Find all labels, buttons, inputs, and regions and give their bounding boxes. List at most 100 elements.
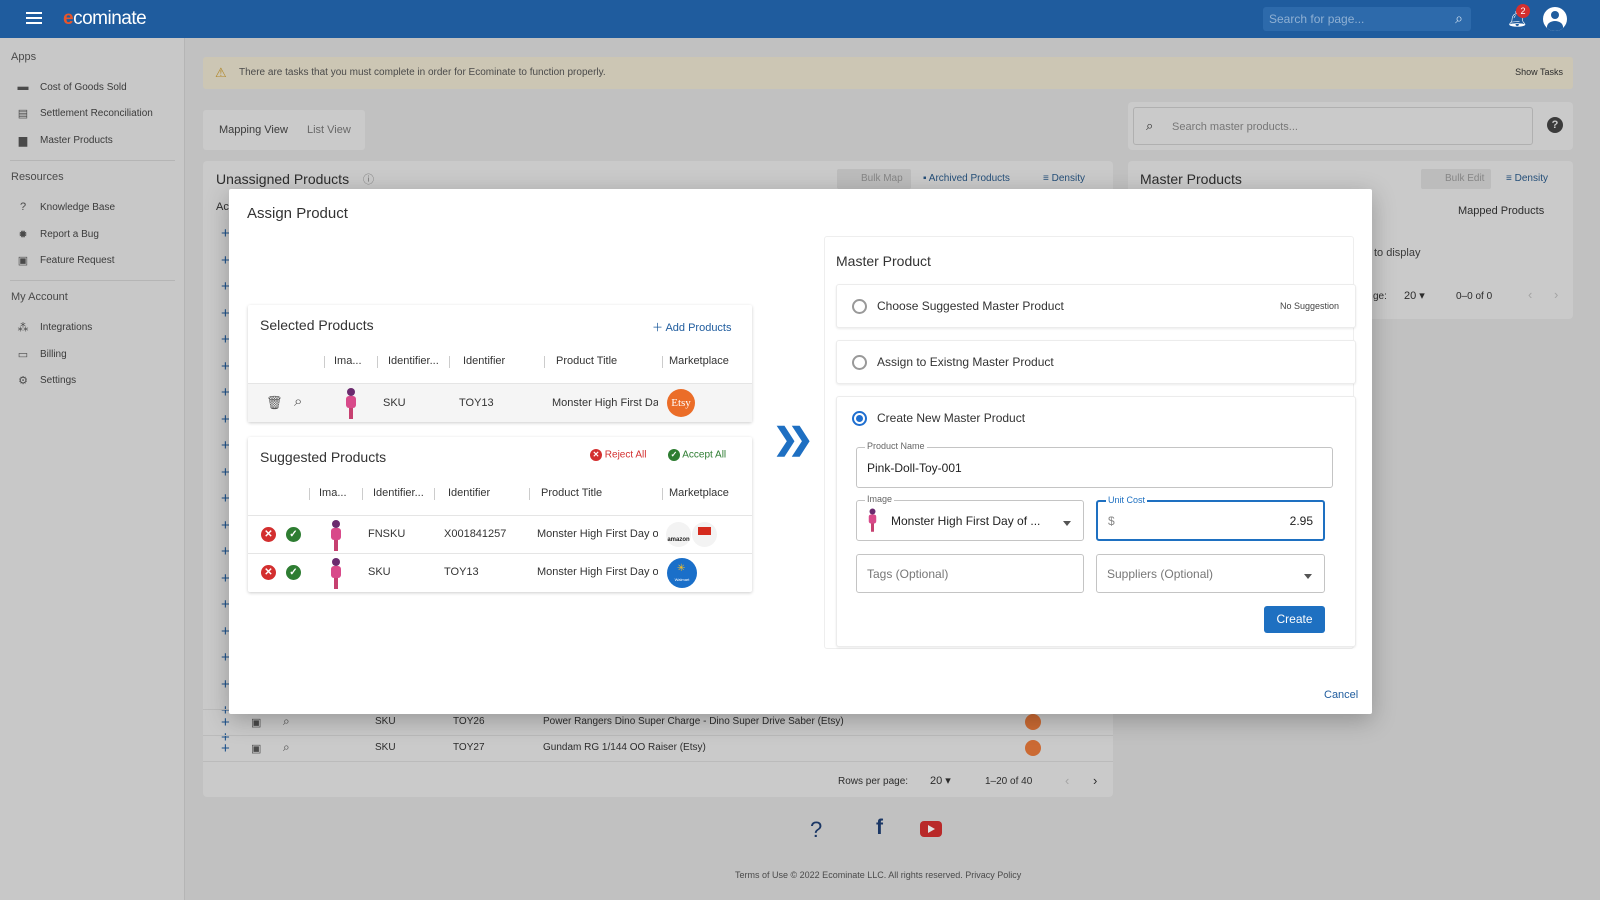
amazon-ca-logo-icon [692, 522, 717, 547]
master-product-title: Master Product [836, 253, 931, 269]
walmart-logo-icon: ✳ Walmart [667, 558, 697, 588]
table-row[interactable]: 🗑︎ ⌕ SKU TOY13 Monster High First Day of… [248, 383, 752, 422]
column-header-product-title[interactable]: Product Title [556, 355, 617, 367]
identifier-type: SKU [383, 397, 406, 409]
column-header-image[interactable]: Ima... [319, 487, 347, 499]
radio-create-new[interactable] [852, 411, 867, 426]
product-thumbnail [341, 386, 361, 420]
column-separator [362, 488, 363, 500]
page-search-input[interactable]: Search for page... ⌕ [1263, 7, 1471, 31]
accept-icon: ✓ [668, 449, 680, 461]
accept-icon[interactable]: ✓ [286, 565, 301, 580]
option-label: Assign to Existng Master Product [877, 355, 1054, 369]
user-avatar-icon[interactable] [1543, 7, 1567, 31]
product-thumbnail [865, 507, 880, 533]
notification-badge: 2 [1516, 4, 1530, 18]
column-header-image[interactable]: Ima... [334, 355, 362, 367]
marketplace-label: Walmart [674, 577, 690, 582]
assign-product-dialog: Assign Product Selected Products ＋ Add P… [229, 189, 1372, 714]
create-button[interactable]: Create [1264, 606, 1325, 633]
unit-cost-field[interactable]: Unit Cost $ 2.95 [1096, 495, 1325, 541]
product-title: Monster High First Day of School [552, 397, 658, 409]
column-header-identifier[interactable]: Identifier [463, 355, 505, 367]
chevron-down-icon [1304, 573, 1312, 579]
column-header-product-title[interactable]: Product Title [541, 487, 602, 499]
suggested-products-title: Suggested Products [260, 449, 387, 465]
delete-icon[interactable]: 🗑︎ [266, 395, 283, 411]
column-separator [377, 356, 378, 368]
identifier: TOY13 [444, 566, 479, 578]
image-select[interactable]: Image Monster High First Day of ... [856, 494, 1084, 541]
search-icon[interactable]: ⌕ [294, 393, 302, 410]
product-title: Monster High First Day of School [537, 528, 658, 540]
add-products-label: Add Products [665, 322, 732, 334]
column-separator [309, 488, 310, 500]
column-separator [544, 356, 545, 368]
accept-all-label: Accept All [682, 449, 727, 461]
column-header-marketplace[interactable]: Marketplace [669, 487, 729, 499]
image-label: Image [865, 494, 895, 504]
tags-input[interactable]: Tags (Optional) [856, 554, 1084, 593]
double-chevron-right-icon: ❯❯ [773, 423, 813, 456]
table-row[interactable]: ✕ ✓ FNSKU X001841257 Monster High First … [248, 515, 752, 553]
product-name-field[interactable]: Product Name Pink-Doll-Toy-001 [856, 441, 1333, 488]
option-create-new[interactable]: Create New Master Product Product Name P… [836, 396, 1356, 647]
suggested-products-panel: Suggested Products ✕ Reject All ✓ Accept… [248, 437, 752, 592]
column-separator [324, 356, 325, 368]
selected-products-title: Selected Products [260, 317, 374, 333]
chevron-down-icon [1063, 520, 1071, 526]
column-separator [529, 488, 530, 500]
add-products-button[interactable]: ＋ Add Products [652, 319, 732, 335]
walmart-spark-icon: ✳ [677, 563, 686, 574]
column-header-marketplace[interactable]: Marketplace [669, 355, 729, 367]
option-label: Choose Suggested Master Product [877, 299, 1064, 313]
app-logo[interactable]: ecominate [63, 8, 147, 30]
logo-text: cominate [73, 8, 147, 29]
product-name-label: Product Name [865, 441, 927, 451]
suppliers-placeholder: Suppliers (Optional) [1107, 567, 1214, 581]
identifier-type: FNSKU [368, 528, 406, 540]
product-thumbnail [326, 518, 346, 552]
amazon-us-logo-icon: amazon [666, 522, 691, 547]
accept-icon[interactable]: ✓ [286, 527, 301, 542]
plus-icon: ＋ [652, 322, 663, 334]
product-thumbnail [326, 556, 346, 590]
accept-all-button[interactable]: ✓ Accept All [668, 449, 726, 461]
identifier: TOY13 [459, 397, 494, 409]
column-header-identifier-type[interactable]: Identifier... [388, 355, 439, 367]
radio-assign-existing[interactable] [852, 355, 867, 370]
reject-icon: ✕ [590, 449, 602, 461]
identifier-type: SKU [368, 566, 391, 578]
column-separator [449, 356, 450, 368]
column-separator [434, 488, 435, 500]
column-header-identifier-type[interactable]: Identifier... [373, 487, 424, 499]
suppliers-select[interactable]: Suppliers (Optional) [1096, 554, 1325, 593]
reject-all-button[interactable]: ✕ Reject All [590, 449, 646, 461]
option-label: Create New Master Product [877, 411, 1026, 425]
etsy-logo-icon: Etsy [667, 389, 695, 417]
tags-placeholder: Tags (Optional) [867, 567, 949, 581]
unit-cost-label: Unit Cost [1106, 495, 1148, 505]
logo-letter: e [63, 8, 74, 29]
reject-icon[interactable]: ✕ [261, 527, 276, 542]
search-icon: ⌕ [1455, 10, 1463, 26]
table-row[interactable]: ✕ ✓ SKU TOY13 Monster High First Day of … [248, 553, 752, 592]
column-separator [662, 356, 663, 368]
menu-icon[interactable] [26, 12, 42, 24]
page-search-placeholder: Search for page... [1269, 12, 1365, 26]
option-choose-suggested[interactable]: Choose Suggested Master Product No Sugge… [836, 284, 1356, 328]
column-header-identifier[interactable]: Identifier [448, 487, 490, 499]
product-title: Monster High First Day of School [537, 566, 658, 578]
radio-choose-suggested[interactable] [852, 299, 867, 314]
selected-products-panel: Selected Products ＋ Add Products Ima... … [248, 305, 752, 422]
identifier: X001841257 [444, 528, 507, 540]
dialog-title: Assign Product [247, 205, 348, 222]
top-app-bar: ecominate Search for page... ⌕ 🔔︎ 2 [0, 0, 1600, 38]
unit-cost-value: 2.95 [1289, 514, 1313, 528]
column-separator [662, 488, 663, 500]
currency-prefix: $ [1108, 514, 1115, 528]
cancel-button[interactable]: Cancel [1324, 689, 1358, 701]
image-value: Monster High First Day of ... [891, 514, 1041, 528]
reject-icon[interactable]: ✕ [261, 565, 276, 580]
option-assign-existing[interactable]: Assign to Existng Master Product [836, 340, 1356, 384]
